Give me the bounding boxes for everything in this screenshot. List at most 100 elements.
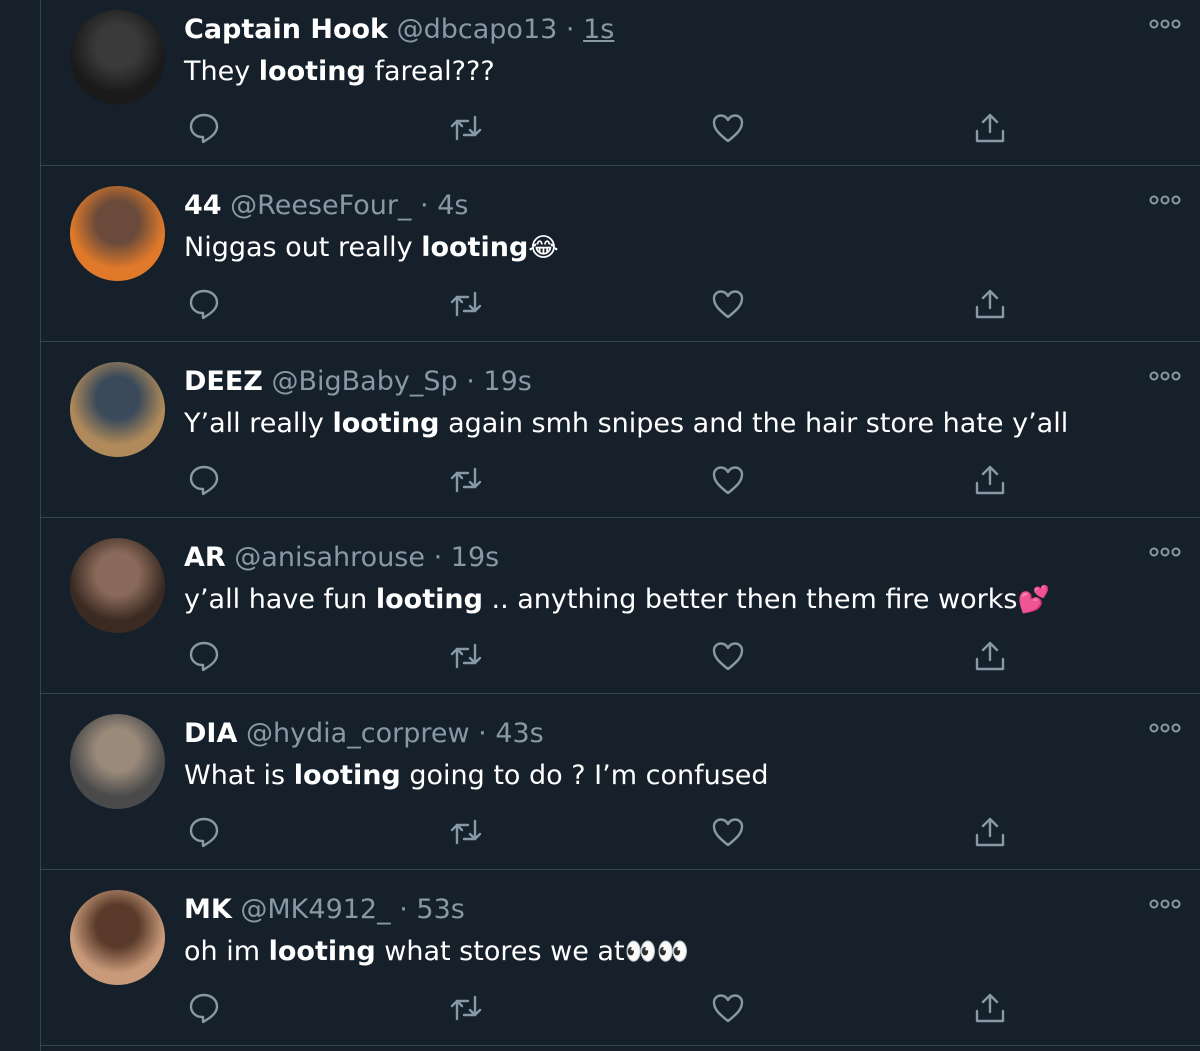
retweet-icon <box>450 819 482 845</box>
keyword-highlight: looting <box>293 760 401 791</box>
emoji: 👀👀 <box>624 937 690 967</box>
user-handle[interactable]: @ReeseFour_ <box>230 190 411 221</box>
retweet-icon <box>450 291 482 317</box>
like-icon <box>712 818 744 847</box>
share-button[interactable] <box>970 460 1010 500</box>
display-name[interactable]: DIA <box>184 718 237 749</box>
display-name[interactable]: 44 <box>184 190 222 221</box>
separator-dot: · <box>565 14 575 45</box>
keyword-highlight: looting <box>375 584 483 615</box>
reply-button[interactable] <box>184 108 224 148</box>
user-handle[interactable]: @dbcapo13 <box>397 14 558 45</box>
retweet-button[interactable] <box>446 988 486 1028</box>
tweet-header: MK @MK4912_ · 53s <box>184 892 1120 928</box>
tweet-header: 44 @ReeseFour_ · 4s <box>184 188 1120 224</box>
user-handle[interactable]: @BigBaby_Sp <box>271 366 457 397</box>
retweet-button[interactable] <box>446 284 486 324</box>
share-button[interactable] <box>970 284 1010 324</box>
display-name[interactable]: Captain Hook <box>184 14 388 45</box>
tweet-header: DIA @hydia_corprew · 43s <box>184 716 1120 752</box>
reply-button[interactable] <box>184 812 224 852</box>
display-name[interactable]: MK <box>184 894 232 925</box>
tweet-text: They looting fareal??? <box>184 54 1140 90</box>
share-button[interactable] <box>970 812 1010 852</box>
more-icon[interactable] <box>1148 894 1182 914</box>
tweet[interactable]: 44 @ReeseFour_ · 4s Niggas out really lo… <box>41 166 1200 342</box>
tweet[interactable]: MK @MK4912_ · 53s oh im looting what sto… <box>41 870 1200 1046</box>
action-bar <box>184 988 1054 1028</box>
reply-button[interactable] <box>184 636 224 676</box>
more-icon[interactable] <box>1148 366 1182 386</box>
keyword-highlight: looting <box>268 936 376 967</box>
action-bar <box>184 284 1054 324</box>
keyword-highlight: looting <box>332 408 440 439</box>
avatar[interactable] <box>70 10 165 105</box>
action-bar <box>184 636 1054 676</box>
user-handle[interactable]: @MK4912_ <box>240 894 390 925</box>
share-icon <box>975 465 1005 495</box>
keyword-highlight: looting <box>421 232 529 263</box>
separator-dot: · <box>433 542 443 573</box>
timestamp[interactable]: 19s <box>451 542 499 573</box>
tweet-feed: Captain Hook @dbcapo13 · 1s They looting… <box>41 0 1200 1046</box>
display-name[interactable]: AR <box>184 542 226 573</box>
display-name[interactable]: DEEZ <box>184 366 263 397</box>
retweet-icon <box>450 467 482 493</box>
timestamp[interactable]: 4s <box>437 190 468 221</box>
avatar[interactable] <box>70 538 165 633</box>
retweet-button[interactable] <box>446 812 486 852</box>
like-button[interactable] <box>708 636 748 676</box>
timestamp[interactable]: 43s <box>495 718 543 749</box>
like-icon <box>712 290 744 319</box>
like-button[interactable] <box>708 284 748 324</box>
avatar[interactable] <box>70 890 165 985</box>
more-icon[interactable] <box>1148 14 1182 34</box>
tweet-text: Y’all really looting again smh snipes an… <box>184 406 1140 442</box>
tweet-header: Captain Hook @dbcapo13 · 1s <box>184 12 1120 48</box>
avatar[interactable] <box>70 362 165 457</box>
text-before: y’all have fun <box>184 584 376 615</box>
tweet-text: What is looting going to do ? I’m confus… <box>184 758 1140 794</box>
like-button[interactable] <box>708 108 748 148</box>
tweet[interactable]: DEEZ @BigBaby_Sp · 19s Y’all really loot… <box>41 342 1200 518</box>
share-button[interactable] <box>970 988 1010 1028</box>
tweet-text: Niggas out really looting😂 <box>184 230 1140 266</box>
retweet-icon <box>450 115 482 141</box>
timestamp[interactable]: 1s <box>583 14 614 45</box>
user-handle[interactable]: @anisahrouse <box>234 542 425 573</box>
text-before: Niggas out really <box>184 232 422 263</box>
like-button[interactable] <box>708 460 748 500</box>
timestamp[interactable]: 53s <box>416 894 464 925</box>
like-button[interactable] <box>708 812 748 852</box>
tweet-text: y’all have fun looting .. anything bette… <box>184 582 1140 618</box>
avatar[interactable] <box>70 186 165 281</box>
retweet-button[interactable] <box>446 460 486 500</box>
timestamp[interactable]: 19s <box>483 366 531 397</box>
text-after: fareal??? <box>365 56 495 87</box>
share-button[interactable] <box>970 636 1010 676</box>
tweet[interactable]: AR @anisahrouse · 19s y’all have fun loo… <box>41 518 1200 694</box>
user-handle[interactable]: @hydia_corprew <box>246 718 470 749</box>
reply-button[interactable] <box>184 460 224 500</box>
keyword-highlight: looting <box>258 56 366 87</box>
text-before: They <box>184 56 259 87</box>
share-button[interactable] <box>970 108 1010 148</box>
like-icon <box>712 114 744 143</box>
text-before: What is <box>184 760 294 791</box>
retweet-button[interactable] <box>446 108 486 148</box>
more-icon[interactable] <box>1148 718 1182 738</box>
reply-icon <box>189 113 219 144</box>
tweet[interactable]: DIA @hydia_corprew · 43s What is looting… <box>41 694 1200 870</box>
retweet-button[interactable] <box>446 636 486 676</box>
text-after: .. anything better then them fire works <box>482 584 1018 615</box>
tweet[interactable]: Captain Hook @dbcapo13 · 1s They looting… <box>41 0 1200 166</box>
avatar[interactable] <box>70 714 165 809</box>
more-icon[interactable] <box>1148 542 1182 562</box>
reply-button[interactable] <box>184 284 224 324</box>
separator-dot: · <box>420 190 429 221</box>
action-bar <box>184 460 1054 500</box>
like-button[interactable] <box>708 988 748 1028</box>
more-icon[interactable] <box>1148 190 1182 210</box>
reply-button[interactable] <box>184 988 224 1028</box>
share-icon <box>975 817 1005 847</box>
